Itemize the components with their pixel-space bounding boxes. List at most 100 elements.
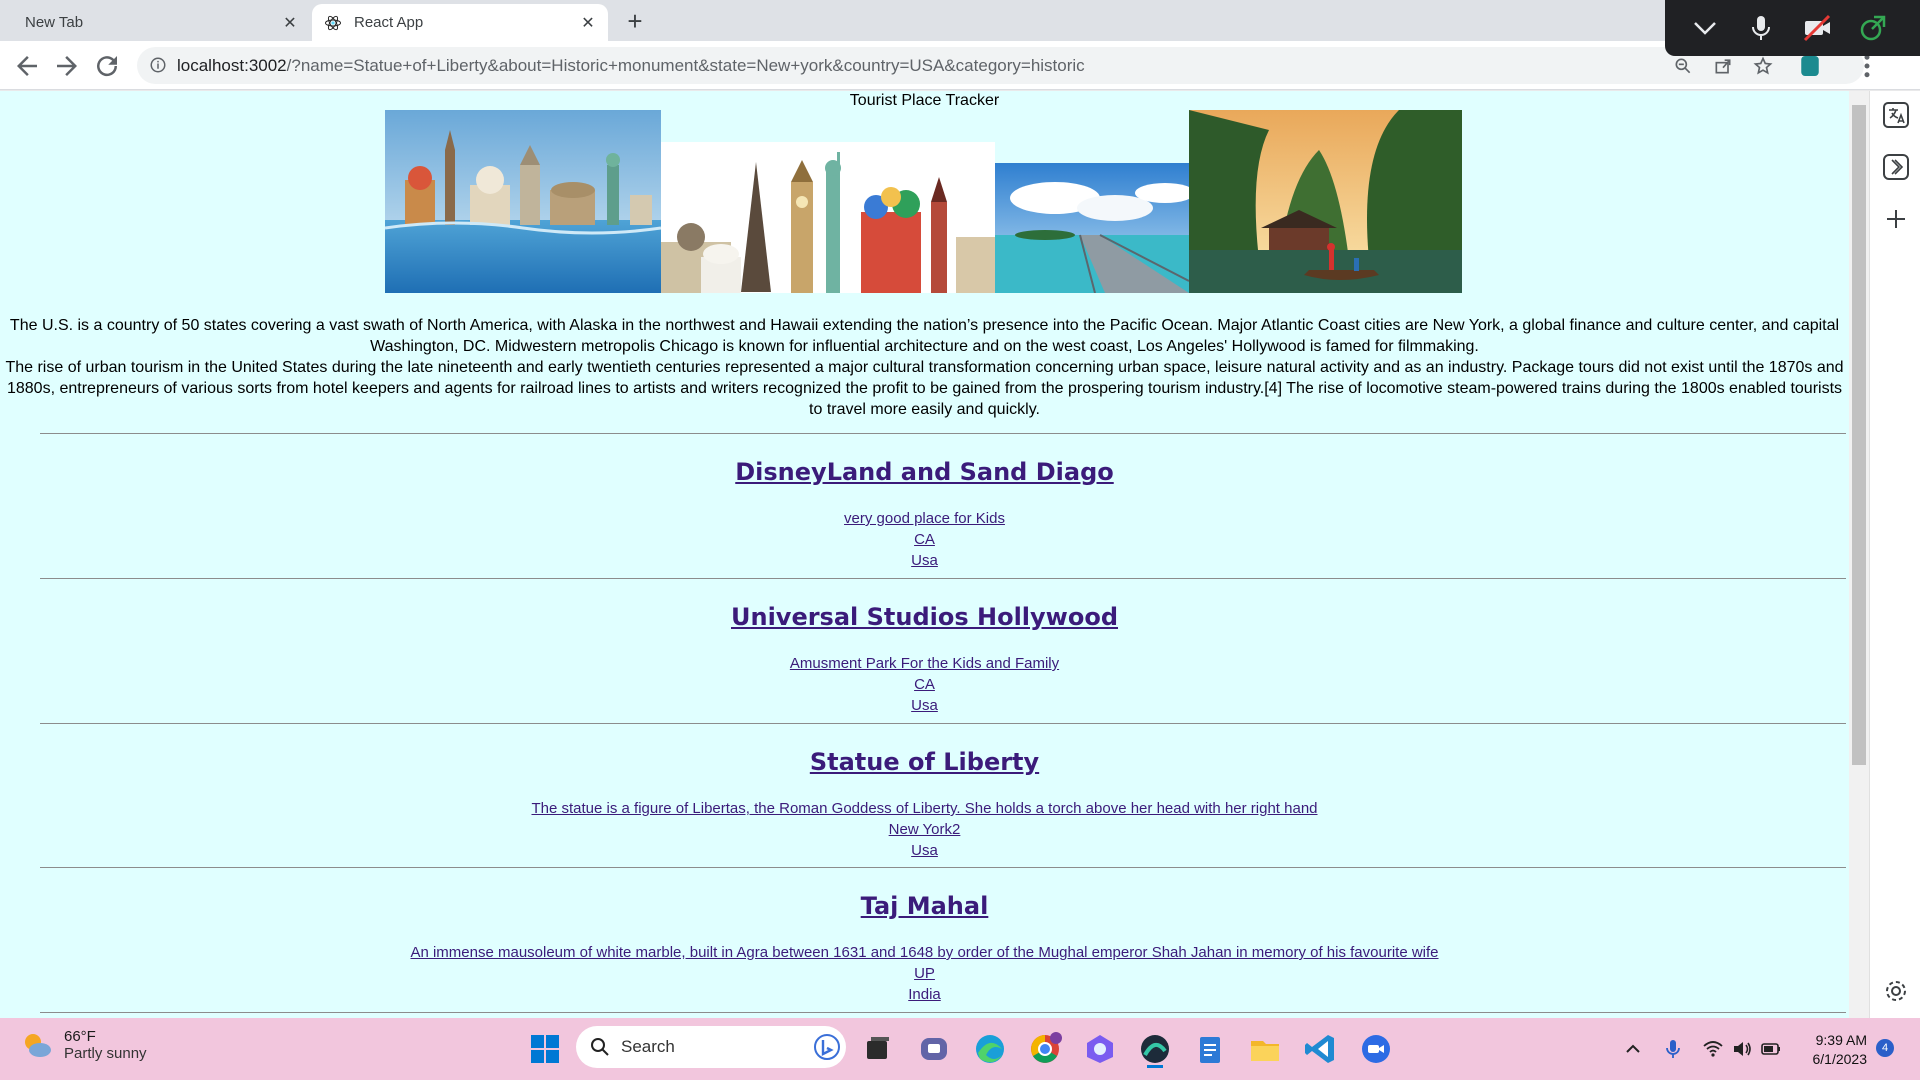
vscode-icon[interactable] (1300, 1029, 1340, 1069)
share-icon[interactable] (1713, 56, 1733, 76)
edge-dev-icon[interactable] (1135, 1029, 1175, 1069)
place-name-link[interactable]: DisneyLand and Sand Diago (0, 458, 1849, 486)
description-paragraph-2: The rise of urban tourism in the United … (5, 359, 1844, 418)
clock-date: 6/1/2023 (1812, 1051, 1868, 1067)
microphone-tray-icon[interactable] (1662, 1038, 1684, 1060)
place-country-link[interactable]: Usa (0, 695, 1849, 716)
page-scrollbar[interactable] (1849, 91, 1869, 1018)
notepad-icon[interactable] (1190, 1029, 1230, 1069)
divider (40, 433, 1846, 434)
place-state-link[interactable]: CA (0, 529, 1849, 550)
copilot-app-icon[interactable] (1080, 1029, 1120, 1069)
windows-taskbar: 66°F Partly sunny Search 9:39 AM 6/1/202… (0, 1018, 1920, 1080)
place-card: DisneyLand and Sand Diago very good plac… (0, 458, 1849, 571)
address-bar[interactable]: localhost:3002/?name=Statue+of+Liberty&a… (137, 47, 1864, 84)
bing-icon[interactable] (814, 1034, 840, 1060)
system-clock[interactable]: 9:39 AM 6/1/2023 (1795, 1031, 1868, 1069)
weather-temperature: 66°F (64, 1028, 96, 1045)
partly-sunny-icon (25, 1034, 51, 1057)
place-details: An immense mausoleum of white marble, bu… (0, 942, 1849, 1005)
tab-strip: New Tab ✕ React App ✕ + (0, 0, 1920, 41)
place-about-link[interactable]: The statue is a figure of Libertas, the … (0, 798, 1849, 819)
search-label: Search (621, 1037, 675, 1056)
place-country-link[interactable]: India (0, 984, 1849, 1005)
place-about-link[interactable]: An immense mausoleum of white marble, bu… (0, 942, 1849, 963)
karst-lake-image (1189, 110, 1462, 293)
url-host: localhost:3002 (177, 56, 287, 75)
place-name-link[interactable]: Statue of Liberty (0, 748, 1849, 776)
divider (40, 723, 1846, 724)
place-country-link[interactable]: Usa (0, 840, 1849, 861)
boardwalk-sea-image (995, 163, 1189, 293)
notification-badge[interactable]: 4 (1876, 1039, 1894, 1057)
new-tab-button[interactable]: + (618, 6, 652, 36)
forward-icon[interactable] (52, 51, 82, 81)
react-logo-icon (325, 15, 341, 30)
place-card: Universal Studios Hollywood Amusment Par… (0, 603, 1849, 716)
open-external-icon[interactable] (1857, 12, 1889, 44)
settings-gear-icon[interactable] (1882, 977, 1910, 1005)
page-title: Tourist Place Tracker (849, 92, 1000, 109)
place-card: Taj Mahal An immense mausoleum of white … (0, 892, 1849, 1005)
place-card: Statue of Liberty The statue is a figure… (0, 748, 1849, 861)
browser-toolbar: localhost:3002/?name=Statue+of+Liberty&a… (0, 41, 1920, 90)
banner-images (385, 110, 1462, 293)
reload-icon[interactable] (92, 51, 122, 81)
edge-browser-icon[interactable] (970, 1029, 1010, 1069)
close-icon[interactable]: ✕ (574, 13, 602, 33)
tab-new-tab[interactable]: New Tab ✕ (10, 4, 310, 41)
chevron-down-icon[interactable] (1689, 12, 1721, 44)
site-info-icon[interactable] (149, 56, 167, 74)
chevron-up-icon[interactable] (1622, 1038, 1644, 1060)
chrome-icon[interactable] (1025, 1029, 1065, 1069)
place-name-link[interactable]: Universal Studios Hollywood (0, 603, 1849, 631)
description-paragraph-1: The U.S. is a country of 50 states cover… (9, 317, 1840, 355)
zoom-app-icon[interactable] (1356, 1029, 1396, 1069)
weather-widget[interactable]: 66°F Partly sunny (20, 1028, 147, 1062)
add-icon[interactable] (1882, 205, 1910, 233)
teams-chat-icon[interactable] (914, 1029, 954, 1069)
divider (40, 1012, 1846, 1013)
divider (40, 578, 1846, 579)
side-panel (1869, 91, 1920, 1018)
tab-title: React App (354, 14, 424, 31)
url-text: localhost:3002/?name=Statue+of+Liberty&a… (177, 56, 1085, 76)
zoom-icon[interactable] (1673, 56, 1693, 76)
back-icon[interactable] (12, 51, 42, 81)
tab-react-app[interactable]: React App ✕ (312, 4, 608, 41)
url-path: /?name=Statue+of+Liberty&about=Historic+… (286, 56, 1085, 75)
taskbar-search[interactable]: Search (576, 1026, 846, 1068)
file-explorer-icon[interactable] (1245, 1029, 1285, 1069)
country-description: The U.S. is a country of 50 states cover… (0, 315, 1849, 420)
place-state-link[interactable]: CA (0, 674, 1849, 695)
copilot-icon[interactable] (1882, 153, 1910, 181)
place-details: very good place for Kids CA Usa (0, 508, 1849, 571)
camera-off-icon[interactable] (1801, 12, 1833, 44)
windows-start-icon[interactable] (525, 1029, 565, 1069)
wifi-icon[interactable] (1702, 1038, 1724, 1060)
place-state-link[interactable]: New York2 (0, 819, 1849, 840)
place-country-link[interactable]: Usa (0, 550, 1849, 571)
place-details: Amusment Park For the Kids and Family CA… (0, 653, 1849, 716)
place-state-link[interactable]: UP (0, 963, 1849, 984)
volume-icon[interactable] (1731, 1038, 1753, 1060)
bookmark-star-icon[interactable] (1753, 56, 1773, 76)
place-about-link[interactable]: Amusment Park For the Kids and Family (0, 653, 1849, 674)
scrollbar-thumb[interactable] (1852, 105, 1866, 765)
divider (40, 867, 1846, 868)
close-icon[interactable]: ✕ (276, 13, 304, 33)
call-controls-overlay (1665, 0, 1920, 56)
place-name-link[interactable]: Taj Mahal (0, 892, 1849, 920)
place-details: The statue is a figure of Libertas, the … (0, 798, 1849, 861)
landmarks-water-image (385, 110, 661, 293)
search-icon (591, 1038, 609, 1056)
tab-title: New Tab (25, 14, 84, 31)
task-view-icon[interactable] (858, 1029, 898, 1069)
place-about-link[interactable]: very good place for Kids (0, 508, 1849, 529)
microphone-icon[interactable] (1745, 12, 1777, 44)
weather-condition: Partly sunny (64, 1045, 147, 1062)
translate-icon[interactable] (1882, 101, 1910, 129)
landmarks-collage-image (661, 142, 995, 293)
battery-icon[interactable] (1760, 1038, 1782, 1060)
page-viewport: Tourist Place Tracker The U.S. is a coun… (0, 91, 1849, 1018)
